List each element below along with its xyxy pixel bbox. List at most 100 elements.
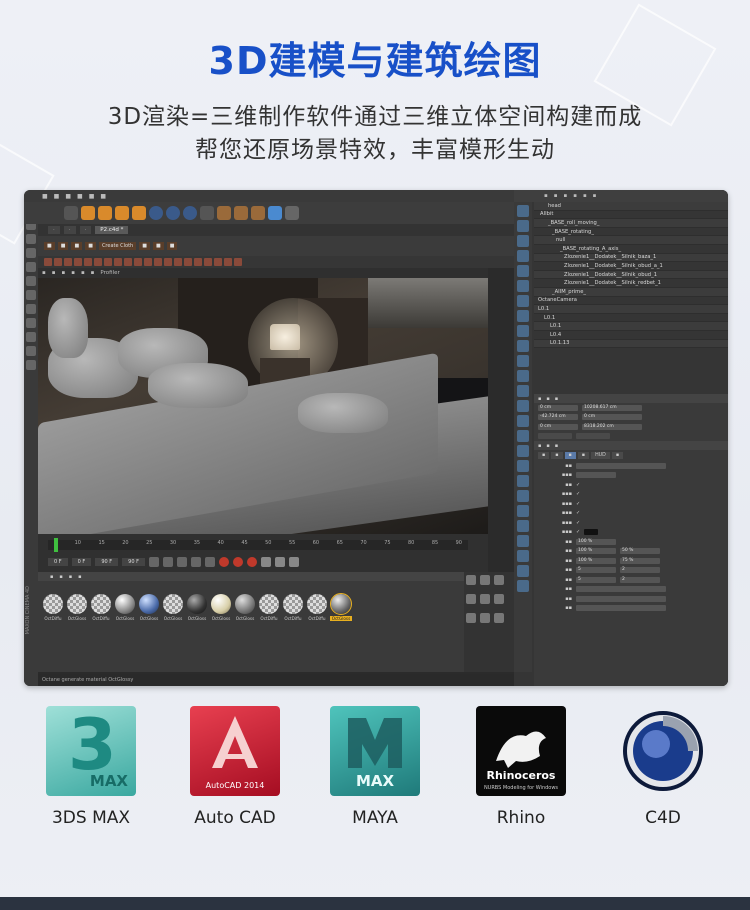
document-tab[interactable]: · bbox=[48, 226, 60, 234]
palette-icon[interactable] bbox=[517, 340, 529, 352]
tree-row[interactable]: L0.1 bbox=[534, 322, 728, 331]
plugin-chip[interactable]: ■ bbox=[139, 242, 150, 250]
attribute-tab[interactable]: ▪ bbox=[611, 452, 624, 459]
attr-number-field[interactable]: 100 % bbox=[576, 557, 616, 564]
palette-icon[interactable] bbox=[517, 370, 529, 382]
palette-icon[interactable] bbox=[517, 295, 529, 307]
plugin-chip[interactable]: ■ bbox=[85, 242, 96, 250]
material-tool-icon[interactable] bbox=[480, 575, 490, 585]
palette-icon[interactable] bbox=[517, 490, 529, 502]
attribute-tab[interactable]: ▪ bbox=[577, 452, 590, 459]
palette-icon[interactable] bbox=[517, 535, 529, 547]
timeline-playhead[interactable] bbox=[54, 538, 58, 552]
tree-row[interactable]: L0.1.13 bbox=[534, 339, 728, 349]
shelf-icon[interactable] bbox=[194, 258, 202, 266]
move-icon[interactable] bbox=[81, 206, 95, 220]
viewport-menu-item[interactable]: ▪ bbox=[71, 270, 75, 276]
attr-checkbox[interactable]: ✓ bbox=[576, 482, 580, 488]
key-icon[interactable] bbox=[260, 557, 271, 567]
material-tool-icon[interactable] bbox=[494, 613, 504, 623]
timeline-ruler[interactable]: 5 10 15 20 25 30 35 40 45 50 55 60 65 70… bbox=[48, 540, 468, 550]
palette-icon[interactable] bbox=[517, 235, 529, 247]
material-menu-item[interactable]: ▪ bbox=[69, 574, 72, 580]
menu-item[interactable]: ■ bbox=[89, 193, 95, 200]
document-tab[interactable]: · bbox=[79, 226, 92, 234]
material-tool-icon[interactable] bbox=[480, 613, 490, 623]
om-menu-item[interactable]: ▪ bbox=[563, 193, 567, 199]
attr-number-field[interactable]: 100 % bbox=[576, 548, 616, 555]
attr-select[interactable] bbox=[576, 472, 616, 479]
shelf-icon[interactable] bbox=[164, 258, 172, 266]
attr-select[interactable] bbox=[576, 462, 666, 469]
shelf-icon[interactable] bbox=[184, 258, 192, 266]
tool-icon[interactable] bbox=[26, 262, 36, 272]
shelf-icon[interactable] bbox=[64, 258, 72, 266]
attr-select[interactable] bbox=[576, 595, 666, 602]
attr-number-field[interactable]: 75 % bbox=[620, 557, 660, 564]
profiler-menu-item[interactable]: Profiler bbox=[100, 270, 119, 276]
record-icon[interactable] bbox=[218, 557, 229, 567]
attr-checkbox[interactable]: ✓ bbox=[576, 529, 580, 535]
undo-icon[interactable] bbox=[64, 206, 78, 220]
shelf-icon[interactable] bbox=[154, 258, 162, 266]
om-menu-item[interactable]: ▪ bbox=[583, 193, 587, 199]
material-swatch[interactable]: OctGloss bbox=[66, 594, 88, 621]
shelf-icon[interactable] bbox=[144, 258, 152, 266]
material-tool-icon[interactable] bbox=[466, 594, 476, 604]
attr-color-swatch[interactable] bbox=[584, 529, 599, 536]
attr-checkbox[interactable]: ✓ bbox=[576, 520, 580, 526]
palette-icon[interactable] bbox=[517, 445, 529, 457]
tool-icon[interactable] bbox=[26, 332, 36, 342]
position-z-field[interactable]: 0 cm bbox=[538, 423, 578, 430]
rotate-icon[interactable] bbox=[115, 206, 129, 220]
shelf-icon[interactable] bbox=[214, 258, 222, 266]
material-swatch-selected[interactable]: OctGloss bbox=[330, 593, 352, 621]
material-swatch[interactable]: OctGloss bbox=[186, 594, 208, 621]
tree-row[interactable]: head bbox=[534, 202, 728, 211]
plugin-chip[interactable]: ■ bbox=[57, 242, 69, 250]
tool-icon[interactable] bbox=[26, 318, 36, 328]
palette-icon[interactable] bbox=[517, 220, 529, 232]
palette-icon[interactable] bbox=[517, 475, 529, 487]
max-frame-field[interactable]: 90 F bbox=[122, 558, 145, 566]
shelf-icon[interactable] bbox=[74, 258, 82, 266]
attr-number-field[interactable]: 5 bbox=[576, 567, 616, 574]
tool-icon[interactable] bbox=[26, 234, 36, 244]
3d-viewport[interactable] bbox=[38, 278, 488, 534]
position-x-field[interactable]: 0 cm bbox=[538, 404, 578, 411]
material-swatch[interactable]: OctDiffu bbox=[90, 594, 112, 621]
tree-row[interactable]: OctaneCamera bbox=[534, 297, 728, 306]
tree-row[interactable]: Zlozenie1__Dodatek__Silnik_redbet_1 bbox=[534, 279, 728, 288]
tool-icon[interactable] bbox=[26, 276, 36, 286]
material-swatch[interactable]: OctDiffu bbox=[258, 594, 280, 621]
tree-row[interactable]: _BASE_rotating_A_axis_ bbox=[534, 245, 728, 254]
shelf-icon[interactable] bbox=[94, 258, 102, 266]
menu-item[interactable]: ■ bbox=[54, 193, 60, 200]
material-swatch[interactable]: OctDiffu bbox=[42, 594, 64, 621]
render-icon[interactable] bbox=[217, 206, 231, 220]
current-frame-field[interactable]: 0 F bbox=[71, 558, 92, 566]
next-frame-icon[interactable] bbox=[190, 557, 201, 567]
attr-number-field[interactable]: 50 % bbox=[620, 548, 660, 555]
om-menu-item[interactable]: ▪ bbox=[554, 193, 558, 199]
palette-icon[interactable] bbox=[517, 430, 529, 442]
palette-icon[interactable] bbox=[517, 325, 529, 337]
attribute-tab-active[interactable]: ▪ bbox=[564, 452, 576, 459]
z-axis-icon[interactable] bbox=[183, 206, 197, 220]
tree-row[interactable]: Zlozenie1__Dodatek__Silnik_obud_1 bbox=[534, 270, 728, 280]
shelf-icon[interactable] bbox=[84, 258, 92, 266]
tool-icon[interactable] bbox=[26, 248, 36, 258]
om-menu-item[interactable]: ▪ bbox=[544, 193, 548, 199]
material-swatch[interactable]: OctGloss bbox=[162, 594, 184, 621]
plugin-chip[interactable]: ■ bbox=[166, 242, 178, 250]
tree-row[interactable]: Zlozenie1__Dodatek__Silnik_obud_a_1 bbox=[534, 262, 728, 271]
attr-select[interactable] bbox=[576, 605, 666, 612]
attr-checkbox[interactable]: ✓ bbox=[576, 491, 580, 497]
palette-icon[interactable] bbox=[517, 550, 529, 562]
shelf-icon[interactable] bbox=[204, 258, 212, 266]
attribute-tab[interactable]: ▪ bbox=[538, 452, 550, 459]
tree-row[interactable]: _BASE_roll_moving_ bbox=[534, 219, 728, 228]
cube-icon[interactable] bbox=[268, 206, 282, 220]
om-menu-item[interactable]: ▪ bbox=[593, 193, 597, 199]
material-tool-icon[interactable] bbox=[466, 613, 476, 623]
